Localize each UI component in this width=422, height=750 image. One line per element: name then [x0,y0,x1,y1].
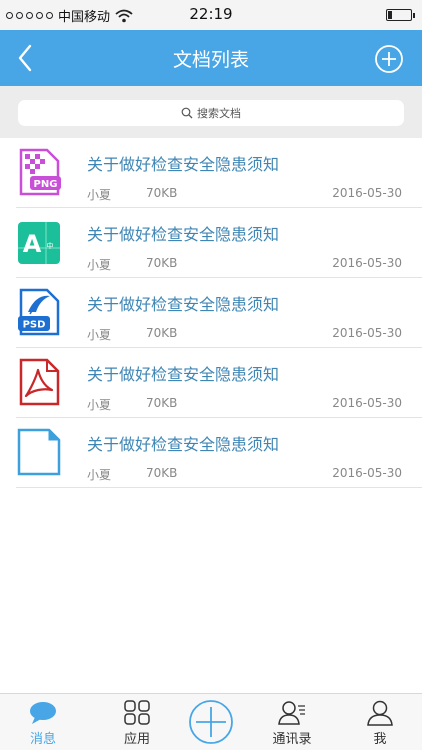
document-date: 2016-05-30 [332,326,402,340]
document-date: 2016-05-30 [332,256,402,270]
search-placeholder: 搜索文档 [197,107,241,120]
document-file-icon [17,428,61,476]
tab-apps[interactable]: 应用 [97,694,177,750]
nav-bar: 文档列表 [0,30,422,86]
document-date: 2016-05-30 [332,466,402,480]
file-badge: PNG [34,179,58,190]
tab-label: 消息 [29,732,56,747]
tab-contacts[interactable]: 通讯录 [252,694,332,750]
apps-grid-icon [124,700,150,725]
document-list: PNG 关于做好检查安全隐患须知 小夏 70KB 2016-05-30 A 中 … [0,138,422,488]
document-author: 小夏 [87,328,112,342]
file-badge: A [23,230,42,258]
document-size: 70KB [146,396,178,410]
font-file-icon: A 中 [18,222,60,264]
chat-bubble-icon [30,702,56,724]
list-item[interactable]: A 中 关于做好检查安全隐患须知 小夏 70KB 2016-05-30 [16,208,422,278]
document-name: 关于做好检查安全隐患须知 [87,155,280,174]
list-item[interactable]: PSD 关于做好检查安全隐患须知 小夏 70KB 2016-05-30 [16,278,422,348]
document-name: 关于做好检查安全隐患须知 [87,225,280,244]
search-bar: 搜索文档 [0,86,422,138]
document-author: 小夏 [87,188,112,202]
psd-file-icon: PSD [18,288,60,336]
list-item[interactable]: PNG 关于做好检查安全隐患须知 小夏 70KB 2016-05-30 [16,138,422,208]
document-author: 小夏 [87,468,112,482]
svg-text:中: 中 [47,241,54,250]
tab-label: 应用 [123,732,150,747]
status-time: 22:19 [189,5,233,23]
document-name: 关于做好检查安全隐患须知 [87,435,280,454]
document-size: 70KB [146,326,178,340]
document-size: 70KB [146,186,178,200]
document-author: 小夏 [87,398,112,412]
document-size: 70KB [146,256,178,270]
search-input[interactable]: 搜索文档 [18,100,404,126]
file-badge: PSD [23,320,46,331]
page-title: 文档列表 [172,49,249,71]
pdf-file-icon [19,358,60,406]
tab-me[interactable]: 我 [340,694,420,750]
document-name: 关于做好检查安全隐患须知 [87,365,280,384]
battery-icon [386,9,415,21]
tab-bar: 消息 应用 通讯录 我 [0,693,422,750]
plus-circle-icon[interactable] [187,698,235,746]
document-author: 小夏 [87,258,112,272]
plus-circle-icon[interactable] [374,44,404,74]
search-icon [181,107,193,119]
list-item[interactable]: 关于做好检查安全隐患须知 小夏 70KB 2016-05-30 [16,348,422,418]
tab-messages[interactable]: 消息 [3,694,83,750]
contacts-icon [278,701,305,725]
tab-label: 我 [373,732,387,747]
document-name: 关于做好检查安全隐患须知 [87,295,280,314]
document-date: 2016-05-30 [332,186,402,200]
document-date: 2016-05-30 [332,396,402,410]
status-bar: 中国移动 22:19 [0,0,422,30]
png-file-icon: PNG [19,148,61,196]
user-icon [367,700,393,726]
document-size: 70KB [146,466,178,480]
tab-label: 通讯录 [272,732,312,747]
list-item[interactable]: 关于做好检查安全隐患须知 小夏 70KB 2016-05-30 [16,418,422,488]
